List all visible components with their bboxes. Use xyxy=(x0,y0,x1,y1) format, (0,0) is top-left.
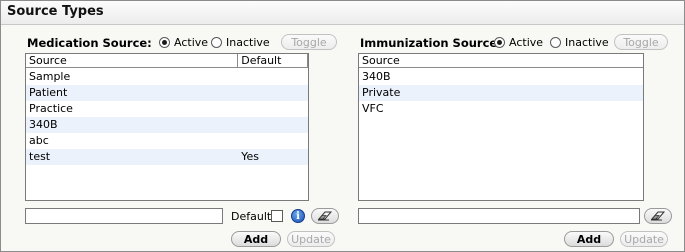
cell-source: 340B xyxy=(362,70,391,83)
immunization-source-label: Immunization Source: xyxy=(360,36,502,50)
immunization-clear-button[interactable] xyxy=(644,208,672,224)
info-icon[interactable]: i xyxy=(291,209,305,223)
table-row[interactable]: Sample xyxy=(26,69,308,85)
cell-default xyxy=(238,117,308,133)
cell-default xyxy=(238,85,308,101)
medication-clear-button[interactable] xyxy=(311,208,339,224)
eraser-icon xyxy=(650,211,666,221)
column-header-source[interactable]: Source xyxy=(26,54,239,68)
table-row[interactable]: VFC xyxy=(359,101,643,117)
cell-source: Private xyxy=(362,86,401,99)
radio-unselected-icon xyxy=(550,37,561,48)
default-checkbox[interactable] xyxy=(271,210,283,222)
immunization-source-panel: Immunization Source: Active Inactive Tog… xyxy=(358,31,674,251)
medication-toggle-button[interactable]: Toggle xyxy=(281,34,337,50)
immunization-toggle-button[interactable]: Toggle xyxy=(614,34,668,50)
grid-header: Source Default xyxy=(26,54,308,68)
radio-unselected-icon xyxy=(211,37,222,48)
medication-source-grid[interactable]: Source Default Sample Patient Practice 340B… xyxy=(25,53,309,201)
column-header-source[interactable]: Source xyxy=(359,54,643,68)
immunization-active-radio[interactable]: Active xyxy=(494,36,543,49)
cell-source: abc xyxy=(29,134,49,147)
medication-header: Medication Source: Active Inactive Toggl… xyxy=(25,33,345,51)
table-row[interactable]: test Yes xyxy=(26,149,308,165)
table-row[interactable]: 340B xyxy=(26,117,308,133)
medication-inactive-radio[interactable]: Inactive xyxy=(211,36,270,49)
radio-selected-icon xyxy=(494,37,505,48)
column-header-default[interactable]: Default xyxy=(238,54,308,68)
radio-selected-icon xyxy=(159,37,170,48)
medication-source-input[interactable] xyxy=(25,208,223,224)
immunization-source-grid[interactable]: Source 340B Private VFC xyxy=(358,53,644,201)
source-types-window: Source Types Medication Source: Active I… xyxy=(0,0,685,252)
cell-default xyxy=(238,101,308,117)
table-row[interactable]: Private xyxy=(359,85,643,101)
immunization-header: Immunization Source: Active Inactive Tog… xyxy=(358,33,674,51)
medication-add-button[interactable]: Add xyxy=(231,231,281,247)
cell-source: Sample xyxy=(29,70,71,83)
medication-update-button[interactable]: Update xyxy=(287,231,335,247)
table-row[interactable]: Patient xyxy=(26,85,308,101)
cell-source: Patient xyxy=(29,86,68,99)
eraser-icon xyxy=(317,211,333,221)
cell-source: 340B xyxy=(29,118,58,131)
window-title: Source Types xyxy=(7,4,104,19)
medication-source-panel: Medication Source: Active Inactive Toggl… xyxy=(25,31,345,251)
immunization-source-input[interactable] xyxy=(358,208,640,224)
cell-default xyxy=(238,133,308,149)
immunization-rows: 340B Private VFC xyxy=(359,69,643,117)
immunization-add-button[interactable]: Add xyxy=(564,231,614,247)
table-row[interactable]: abc xyxy=(26,133,308,149)
medication-source-label: Medication Source: xyxy=(27,36,152,50)
cell-source: VFC xyxy=(362,102,384,115)
medication-rows: Sample Patient Practice 340B abc test Yes xyxy=(26,69,308,165)
immunization-inactive-radio[interactable]: Inactive xyxy=(550,36,609,49)
table-row[interactable]: 340B xyxy=(359,69,643,85)
grid-header: Source xyxy=(359,54,643,68)
cell-default xyxy=(238,69,308,85)
title-bar: Source Types xyxy=(1,1,684,25)
cell-source: test xyxy=(29,150,51,163)
cell-default: Yes xyxy=(241,150,259,163)
default-label: Default: xyxy=(231,210,275,223)
cell-source: Practice xyxy=(29,102,73,115)
immunization-update-button[interactable]: Update xyxy=(620,231,668,247)
table-row[interactable]: Practice xyxy=(26,101,308,117)
medication-active-radio[interactable]: Active xyxy=(159,36,208,49)
